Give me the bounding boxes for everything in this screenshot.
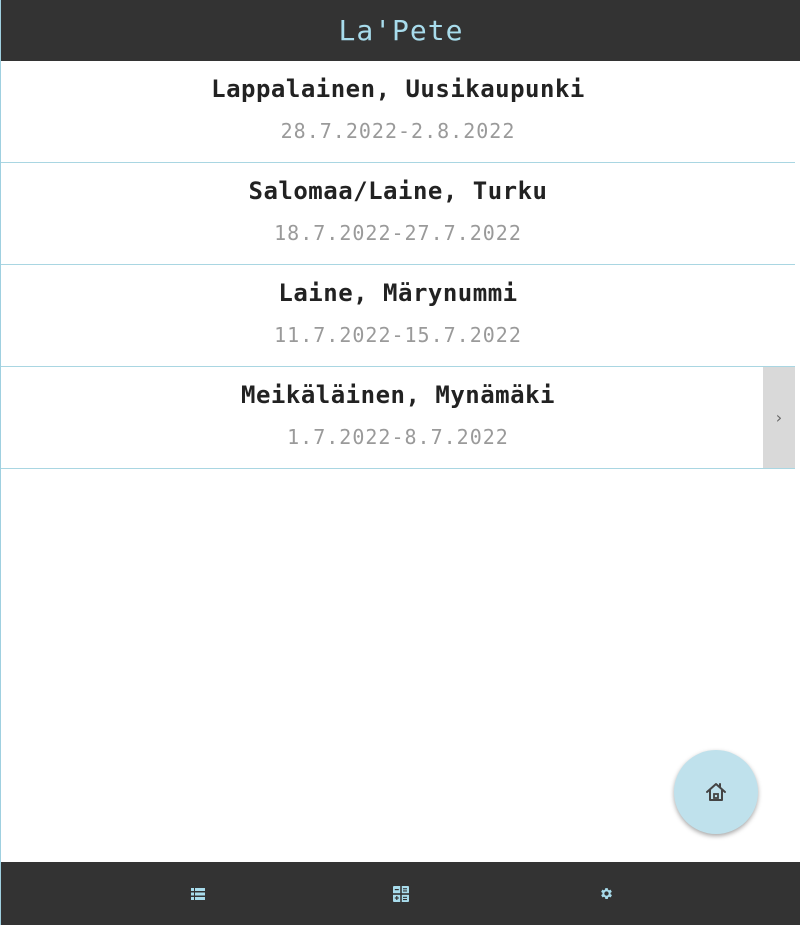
top-app-bar: La'Pete [1,0,800,61]
app-screen: La'Pete Lappalainen, Uusikaupunki 28.7.2… [0,0,800,925]
trip-list-item[interactable]: Meikäläinen, Mynämäki 1.7.2022-8.7.2022 … [1,367,795,469]
trip-dates: 18.7.2022-27.7.2022 [274,221,522,245]
trip-list: Lappalainen, Uusikaupunki 28.7.2022-2.8.… [1,61,795,469]
calculator-icon [393,885,409,902]
swipe-handle[interactable]: › [763,367,795,468]
chevron-right-icon: › [775,408,783,427]
gear-icon [600,888,612,899]
trip-list-item[interactable]: Lappalainen, Uusikaupunki 28.7.2022-2.8.… [1,61,795,163]
bottom-navigation-bar [1,862,800,925]
nav-settings-button[interactable] [576,862,636,925]
trip-name: Salomaa/Laine, Turku [248,177,548,205]
trip-dates: 28.7.2022-2.8.2022 [280,119,516,143]
trip-dates: 1.7.2022-8.7.2022 [287,425,509,449]
home-fab-button[interactable] [674,750,758,834]
app-title: La'Pete [338,14,464,47]
trip-name: Laine, Märynummi [278,279,518,307]
trip-list-item[interactable]: Laine, Märynummi 11.7.2022-15.7.2022 [1,265,795,367]
nav-calculator-button[interactable] [371,862,431,925]
trip-list-item[interactable]: Salomaa/Laine, Turku 18.7.2022-27.7.2022 [1,163,795,265]
trip-name: Lappalainen, Uusikaupunki [211,75,585,103]
trip-dates: 11.7.2022-15.7.2022 [274,323,522,347]
home-icon [706,783,726,801]
trip-name: Meikäläinen, Mynämäki [241,381,555,409]
list-icon [191,887,205,900]
nav-list-button[interactable] [168,862,228,925]
